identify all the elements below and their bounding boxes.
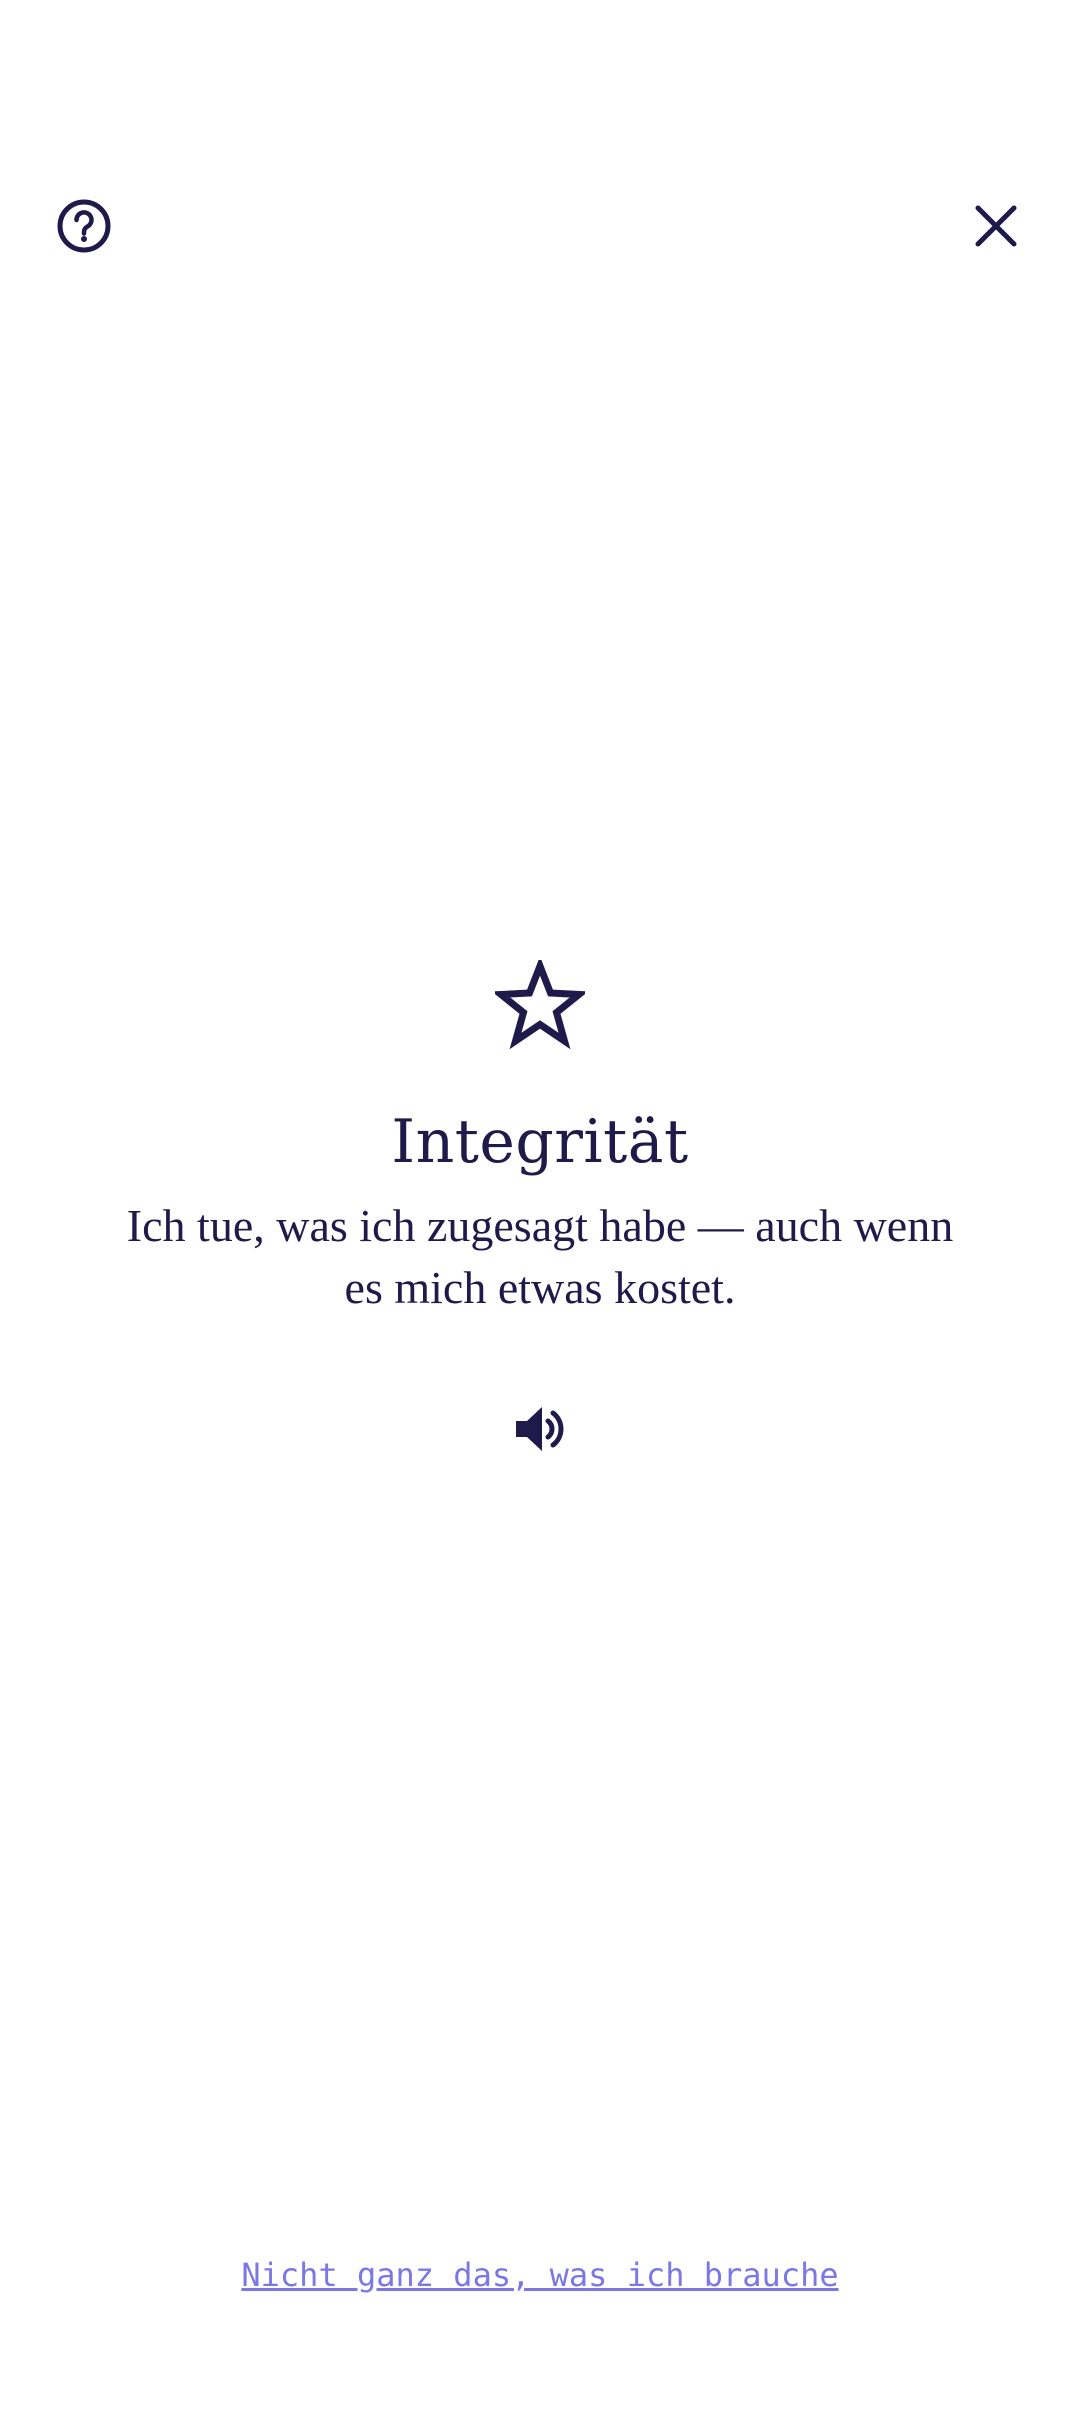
help-button[interactable] xyxy=(44,186,124,266)
help-circle-icon xyxy=(57,199,111,253)
value-card: Integrität Ich tue, was ich zugesagt hab… xyxy=(0,960,1080,1459)
speaker-icon[interactable] xyxy=(510,1399,570,1459)
value-description: Ich tue, was ich zugesagt habe — auch we… xyxy=(126,1200,954,1313)
close-icon xyxy=(975,205,1017,247)
value-title: Integrität xyxy=(391,1107,689,1177)
not-what-i-need-link[interactable]: Nicht ganz das, was ich brauche xyxy=(0,2256,1080,2294)
close-button[interactable] xyxy=(956,186,1036,266)
star-outline-icon xyxy=(495,960,585,1050)
